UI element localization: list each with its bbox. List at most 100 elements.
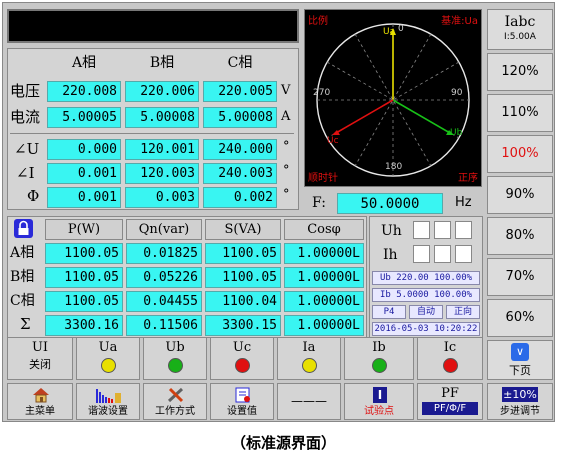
uc-vector xyxy=(335,99,394,134)
ic-indicator-lamp xyxy=(442,358,458,373)
power-b-q: 0.05226 xyxy=(126,267,202,288)
pf-sub-label: PF/Φ/F xyxy=(422,402,478,415)
iabc-label: Iabc xyxy=(504,14,536,30)
test-point-label: 试验点 xyxy=(364,406,394,417)
range-70-button[interactable]: 70% xyxy=(487,258,553,296)
set-value-label: 设置值 xyxy=(227,406,257,417)
current-label: 电流 xyxy=(10,108,41,126)
ih-box-1[interactable] xyxy=(413,245,430,263)
step-adjust-button[interactable]: ±10% 步进调节 xyxy=(487,383,553,420)
uh-box-3[interactable] xyxy=(455,221,472,239)
phasor-diagram: 比例 基准:Ua 0 90 180 270 Ua Ub Uc 顺时针 正序 xyxy=(304,9,482,187)
s-header: S(VA) xyxy=(205,219,281,240)
current-b-value: 5.00008 xyxy=(125,107,199,128)
blank-button[interactable]: ——— xyxy=(277,383,341,420)
home-icon xyxy=(32,387,50,403)
power-a-q: 0.01825 xyxy=(126,243,202,264)
caption: （标准源界面） xyxy=(230,434,336,452)
cos-header: Cosφ xyxy=(284,219,364,240)
angle-i-c-value: 240.003 xyxy=(203,163,277,184)
voltage-a-value: 220.008 xyxy=(47,81,121,102)
angle-u-a-value: 0.000 xyxy=(47,139,121,160)
ib-info: Ib 5.0000 100.00% xyxy=(372,288,480,302)
range-90-button[interactable]: 90% xyxy=(487,176,553,214)
work-mode-button[interactable]: 工作方式 xyxy=(143,383,207,420)
angle-i-label: ∠I xyxy=(16,164,35,182)
channel-ua-label: Ua xyxy=(98,340,118,355)
range-100-button[interactable]: 100% xyxy=(487,135,553,173)
forward-label: 正向 xyxy=(446,305,480,319)
range-120-button[interactable]: 120% xyxy=(487,53,553,91)
pf-mode-button[interactable]: PF PF/Φ/F xyxy=(417,383,483,420)
iabc-button[interactable]: Iabc I:5.00A xyxy=(487,9,553,50)
harmonic-settings-button[interactable]: 谐波设置 xyxy=(76,383,140,420)
current-a-value: 5.00005 xyxy=(47,107,121,128)
channel-uc-label: Uc xyxy=(232,340,252,355)
power-sum-q: 0.11506 xyxy=(126,315,202,336)
harmonic-bars-icon xyxy=(95,387,123,403)
channel-uc[interactable]: Uc xyxy=(210,337,274,380)
ih-label: Ih xyxy=(383,247,398,263)
range-60-button[interactable]: 60% xyxy=(487,299,553,337)
ub-vector xyxy=(392,99,451,134)
angle-u-unit: ° xyxy=(283,139,290,154)
deg-0-label: 0 xyxy=(398,24,404,34)
phase-a-header: A相 xyxy=(71,55,97,71)
range-110-button[interactable]: 110% xyxy=(487,94,553,132)
ia-indicator-lamp xyxy=(301,358,317,373)
angle-i-a-value: 0.001 xyxy=(47,163,121,184)
tools-icon xyxy=(167,387,185,403)
angle-u-b-value: 120.001 xyxy=(125,139,199,160)
phi-a-value: 0.001 xyxy=(47,187,121,208)
deg-180-label: 180 xyxy=(385,162,403,172)
channel-ic[interactable]: Ic xyxy=(417,337,483,380)
power-b-s: 1100.05 xyxy=(205,267,281,288)
ih-box-2[interactable] xyxy=(434,245,451,263)
channel-ub-label: Ub xyxy=(165,340,185,355)
ib-indicator-lamp xyxy=(371,358,387,373)
ih-box-3[interactable] xyxy=(455,245,472,263)
ui-state-label: 关闭 xyxy=(29,358,51,371)
uc-indicator-lamp xyxy=(234,358,250,373)
power-c-s: 1100.04 xyxy=(205,291,281,312)
phi-b-value: 0.003 xyxy=(125,187,199,208)
phase-b-header: B相 xyxy=(149,55,175,71)
power-c-cos: 1.00000L xyxy=(284,291,364,312)
next-page-button[interactable]: ∨ 下页 xyxy=(487,340,553,380)
set-value-button[interactable]: 设置值 xyxy=(210,383,274,420)
power-b-p: 1100.05 xyxy=(45,267,123,288)
ub-indicator-lamp xyxy=(167,358,183,373)
channel-ib-label: Ib xyxy=(372,340,386,355)
main-menu-button[interactable]: 主菜单 xyxy=(7,383,73,420)
step-adjust-label: 步进调节 xyxy=(500,406,540,417)
test-point-button[interactable]: I 试验点 xyxy=(344,383,414,420)
iabc-sub-label: I:5.00A xyxy=(504,32,536,42)
phi-label: Φ xyxy=(27,187,40,205)
range-80-button[interactable]: 80% xyxy=(487,217,553,255)
channel-ib[interactable]: Ib xyxy=(344,337,414,380)
power-row-b-label: B相 xyxy=(10,269,35,285)
power-b-cos: 1.00000L xyxy=(284,267,364,288)
blank-button-label: ——— xyxy=(291,394,327,408)
power-a-s: 1100.05 xyxy=(205,243,281,264)
divider xyxy=(10,133,294,134)
phi-unit: ° xyxy=(283,187,290,202)
ui-toggle-button[interactable]: UI 关闭 xyxy=(7,337,73,380)
channel-ia[interactable]: Ia xyxy=(277,337,341,380)
uh-box-1[interactable] xyxy=(413,221,430,239)
angle-u-label: ∠U xyxy=(14,140,40,158)
channel-ub[interactable]: Ub xyxy=(143,337,207,380)
ui-label: UI xyxy=(31,340,49,355)
harmonic-settings-label: 谐波设置 xyxy=(88,406,128,417)
uh-label: Uh xyxy=(381,223,402,239)
power-row-sum-label: Σ xyxy=(20,315,31,333)
uh-box-2[interactable] xyxy=(434,221,451,239)
channel-ua[interactable]: Ua xyxy=(76,337,140,380)
power-sum-p: 3300.16 xyxy=(45,315,123,336)
reference-label: 基准:Ua xyxy=(441,16,478,27)
lock-icon[interactable] xyxy=(14,219,33,238)
freq-unit: Hz xyxy=(455,195,472,210)
power-c-q: 0.04455 xyxy=(126,291,202,312)
power-sum-cos: 1.00000L xyxy=(284,315,364,336)
deg-90-label: 90 xyxy=(451,88,463,98)
